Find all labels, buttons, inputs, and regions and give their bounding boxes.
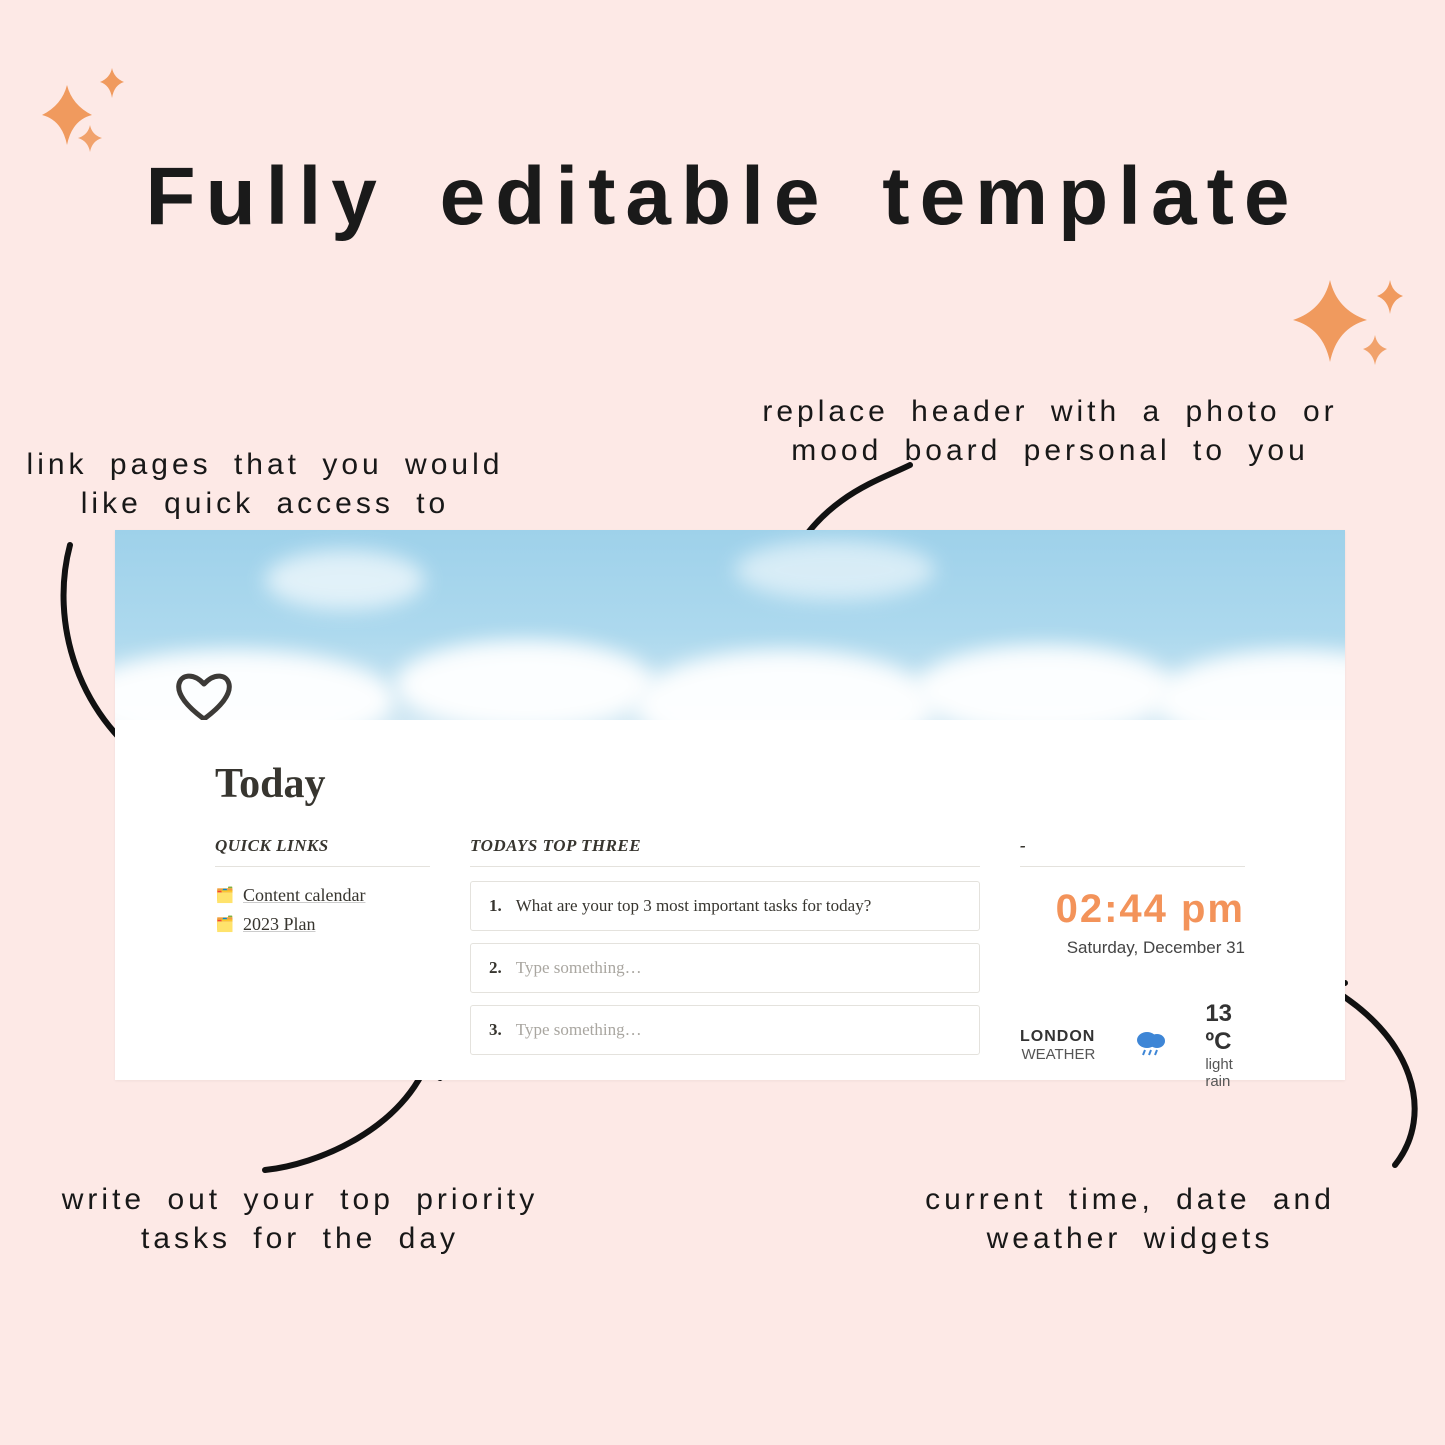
task-text[interactable]: Type something…: [516, 958, 642, 978]
template-card: Today QUICK LINKS 🗂️ Content calendar 🗂️…: [115, 530, 1345, 1080]
task-number: 3.: [489, 1020, 502, 1040]
main-heading: Fully editable template: [0, 150, 1445, 244]
weather-city: LONDON: [1020, 1028, 1095, 1046]
clock-date: Saturday, December 31: [1020, 938, 1245, 958]
clock-widget: 02:44 pm Saturday, December 31: [1020, 887, 1245, 958]
task-item[interactable]: 1. What are your top 3 most important ta…: [470, 881, 980, 931]
annotation-links: link pages that you wouldlike quick acce…: [0, 445, 530, 523]
quick-link-item[interactable]: 🗂️ Content calendar: [215, 881, 430, 910]
weather-temp: 13 ºC: [1205, 1000, 1245, 1056]
quick-link-item[interactable]: 🗂️ 2023 Plan: [215, 910, 430, 939]
sparkle-icon: [1285, 270, 1415, 390]
task-text[interactable]: Type something…: [516, 1020, 642, 1040]
quick-link-label: Content calendar: [243, 885, 365, 906]
weather-desc: light rain: [1205, 1056, 1245, 1090]
task-number: 1.: [489, 896, 502, 916]
task-text[interactable]: What are your top 3 most important tasks…: [516, 896, 872, 916]
weather-label: WEATHER: [1020, 1046, 1095, 1063]
heart-icon[interactable]: [175, 671, 233, 720]
task-number: 2.: [489, 958, 502, 978]
clock-time: 02:44 pm: [1020, 887, 1245, 932]
section-label-top-three: TODAYS TOP THREE: [470, 836, 980, 867]
header-cover[interactable]: [115, 530, 1345, 720]
quick-links-column: QUICK LINKS 🗂️ Content calendar 🗂️ 2023 …: [215, 836, 430, 1090]
page-icon: 🗂️: [215, 886, 235, 905]
annotation-tasks: write out your top prioritytasks for the…: [20, 1180, 580, 1258]
annotation-widgets: current time, date andweather widgets: [860, 1180, 1400, 1258]
section-label-widgets: -: [1020, 836, 1245, 867]
top-three-column: TODAYS TOP THREE 1. What are your top 3 …: [470, 836, 980, 1090]
page-title[interactable]: Today: [215, 760, 1245, 808]
section-label-quick-links: QUICK LINKS: [215, 836, 430, 867]
rain-cloud-icon: [1133, 1026, 1167, 1064]
page-icon: 🗂️: [215, 915, 235, 934]
task-item[interactable]: 2. Type something…: [470, 943, 980, 993]
task-item[interactable]: 3. Type something…: [470, 1005, 980, 1055]
weather-widget: LONDON WEATHER 13 ºC: [1020, 1000, 1245, 1090]
annotation-header: replace header with a photo ormood board…: [680, 392, 1420, 470]
quick-link-label: 2023 Plan: [243, 914, 316, 935]
widgets-column: - 02:44 pm Saturday, December 31 LONDON …: [1020, 836, 1245, 1090]
